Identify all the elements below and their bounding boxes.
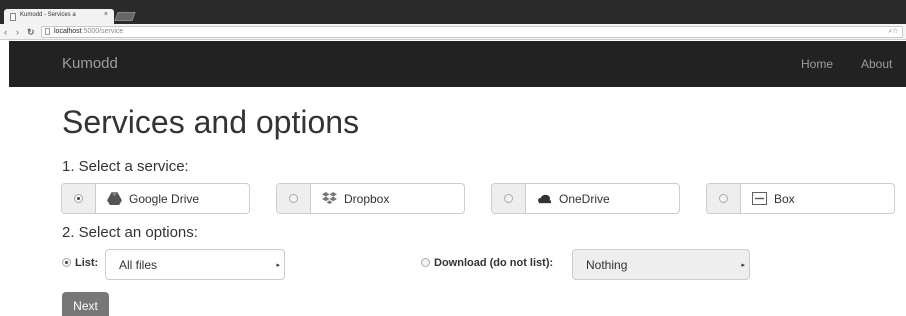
google-drive-icon: [107, 192, 122, 205]
chevron-down-icon: ▸: [741, 262, 745, 269]
download-select-value: Nothing: [586, 258, 628, 272]
service-radio-google-drive[interactable]: [74, 194, 83, 203]
list-select[interactable]: All files ▸: [105, 249, 285, 280]
dropbox-icon: [322, 192, 337, 205]
browser-tab-title: Kumodd - Services a: [20, 12, 76, 18]
service-google-drive[interactable]: Google Drive: [61, 183, 250, 214]
close-tab-icon[interactable]: ×: [104, 11, 108, 18]
zoom-icon[interactable]: ⌕☆: [888, 27, 898, 37]
nav-home-link[interactable]: Home: [801, 57, 833, 71]
url-path: :5000/service: [81, 28, 124, 35]
option-list-label: List:: [75, 257, 99, 269]
service-name: Dropbox: [344, 192, 390, 206]
service-radio-addon: [277, 184, 311, 213]
site-navbar: Kumodd Home About: [9, 41, 906, 87]
new-tab-button[interactable]: [114, 12, 136, 21]
back-icon[interactable]: ‹: [4, 25, 7, 39]
service-name: Google Drive: [129, 192, 200, 206]
service-box[interactable]: Box: [706, 183, 895, 214]
list-select-value: All files: [119, 258, 158, 272]
option-download-label: Download (do not list):: [434, 257, 554, 269]
service-onedrive[interactable]: OneDrive: [491, 183, 680, 214]
chevron-down-icon: ▸: [276, 262, 280, 269]
forward-icon[interactable]: ›: [16, 25, 19, 39]
service-radio-addon: [492, 184, 526, 213]
address-bar[interactable]: localhost:5000/service ⌕☆: [41, 26, 903, 38]
browser-tabstrip: Kumodd - Services a ×: [0, 0, 906, 24]
browser-toolbar: ‹ › ↻ localhost:5000/service ⌕☆: [0, 24, 906, 40]
box-icon: [752, 192, 767, 205]
service-name: OneDrive: [559, 192, 610, 206]
page-icon: [45, 28, 50, 35]
page-favicon-icon: [10, 13, 16, 21]
service-radio-dropbox[interactable]: [289, 194, 298, 203]
nav-about-link[interactable]: About: [861, 57, 892, 71]
reload-icon[interactable]: ↻: [27, 25, 35, 39]
service-radio-box[interactable]: [719, 194, 728, 203]
service-name: Box: [774, 192, 795, 206]
browser-tab[interactable]: Kumodd - Services a ×: [4, 9, 114, 24]
step2-heading: 2. Select an options:: [62, 224, 198, 241]
onedrive-icon: [538, 194, 551, 204]
next-button[interactable]: Next: [62, 292, 109, 316]
page-title: Services and options: [62, 104, 360, 140]
download-select[interactable]: Nothing ▸: [572, 249, 750, 280]
url-host: localhost: [54, 28, 82, 35]
service-radio-onedrive[interactable]: [504, 194, 513, 203]
service-radio-addon: [62, 184, 96, 213]
service-dropbox[interactable]: Dropbox: [276, 183, 465, 214]
option-list-radio[interactable]: [62, 258, 71, 267]
brand-link[interactable]: Kumodd: [62, 55, 118, 72]
option-download-radio[interactable]: [421, 258, 430, 267]
step1-heading: 1. Select a service:: [62, 158, 189, 175]
service-radio-addon: [707, 184, 741, 213]
